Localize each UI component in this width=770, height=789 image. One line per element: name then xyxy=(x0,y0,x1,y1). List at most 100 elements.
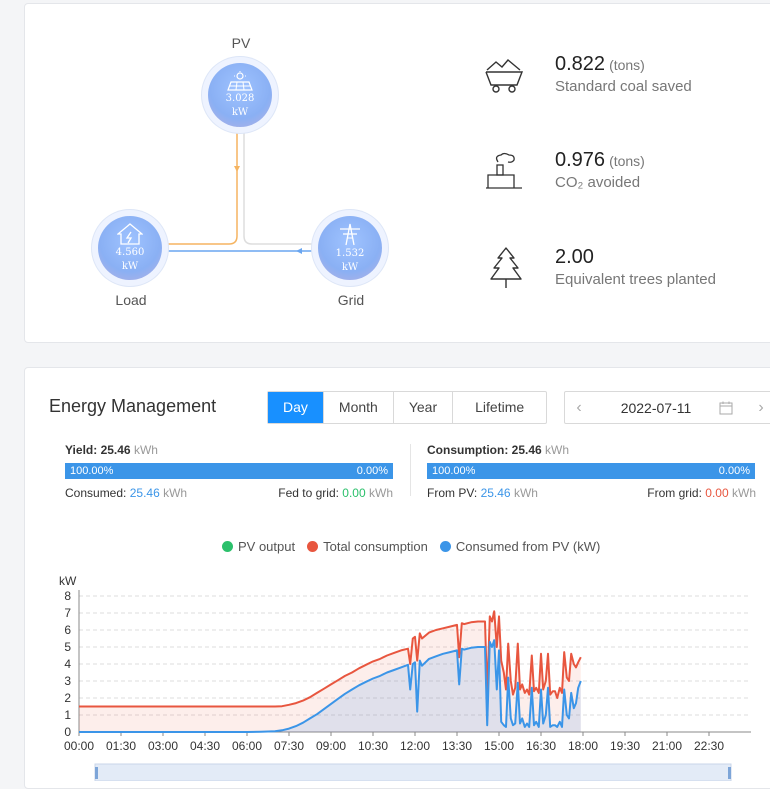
period-tabs: Day Month Year Lifetime xyxy=(267,391,548,424)
from-pv-value: 25.46 xyxy=(480,486,511,500)
stat-coal: 0.822 (tons) Standard coal saved xyxy=(555,53,692,95)
grid-flow-arrow xyxy=(296,248,302,254)
legend-dot-pv xyxy=(222,541,233,552)
legend-consumed-pv-label: Consumed from PV (kW) xyxy=(455,539,601,554)
x-tick-label: 10:30 xyxy=(358,739,388,753)
consumed-unit: kWh xyxy=(163,486,188,500)
chart-legend: PV output Total consumption Consumed fro… xyxy=(222,539,600,554)
pv-to-load-line xyxy=(165,126,238,245)
zoom-handle-right[interactable] xyxy=(728,767,731,779)
from-grid-text: From grid: 0.00 kWh xyxy=(647,486,756,500)
pv-node[interactable]: 3.028 kW xyxy=(208,63,272,127)
x-tick-label: 15:00 xyxy=(484,739,514,753)
summary-divider xyxy=(410,444,411,496)
stat-trees-desc: Equivalent trees planted xyxy=(555,271,716,288)
yield-bar-right: 0.00% xyxy=(356,465,388,477)
consumption-unit: kWh xyxy=(545,443,570,457)
fed-value: 0.00 xyxy=(342,486,366,500)
x-tick-label: 16:30 xyxy=(526,739,556,753)
x-tick-label: 18:00 xyxy=(568,739,598,753)
y-tick-label: 0 xyxy=(64,725,71,739)
y-axis-unit: kW xyxy=(59,574,77,588)
legend-consumed-pv[interactable]: Consumed from PV (kW) xyxy=(439,539,601,554)
pv-to-grid-line xyxy=(243,126,318,245)
stat-trees: 2.00 Equivalent trees planted xyxy=(555,246,716,288)
stat-co2-value: 0.976 xyxy=(555,149,606,171)
y-tick-label: 2 xyxy=(64,691,71,705)
tab-day[interactable]: Day xyxy=(268,392,324,423)
legend-dot-consumption xyxy=(307,541,319,552)
consumption-bar-right: 0.00% xyxy=(718,465,750,477)
consumption-bar-left: 100.00% xyxy=(432,465,476,477)
from-grid-value: 0.00 xyxy=(705,486,729,500)
x-tick-label: 13:30 xyxy=(442,739,472,753)
consumed-value: 25.46 xyxy=(129,486,160,500)
grid-value: 1.532 xyxy=(335,247,365,259)
chart-series xyxy=(79,610,582,733)
from-pv-label: From PV: xyxy=(427,486,478,500)
x-tick-label: 06:00 xyxy=(232,739,262,753)
grid-node[interactable]: 1.532 kW xyxy=(318,216,382,280)
y-tick-label: 4 xyxy=(64,657,71,671)
stat-co2-desc: CO₂ avoided xyxy=(555,174,641,191)
x-tick-label: 22:30 xyxy=(694,739,724,753)
stat-coal-value: 0.822 xyxy=(555,53,606,75)
energy-title: Energy Management xyxy=(49,396,217,416)
consumption-bar: 100.00% 0.00% xyxy=(427,463,755,479)
y-tick-label: 7 xyxy=(64,606,71,620)
legend-dot-consumed-pv xyxy=(439,541,451,552)
grid-unit: kW xyxy=(341,261,359,273)
solar-panel-icon xyxy=(227,70,253,91)
consumption-summary: Consumption: 25.46 kWh xyxy=(427,443,569,457)
stat-trees-value: 2.00 xyxy=(555,246,594,268)
x-axis-ticks: 00:00 01:30 03:00 04:30 06:00 07:30 09:00 10:30… xyxy=(64,732,724,753)
tab-year[interactable]: Year xyxy=(394,392,454,423)
yield-bar: 100.00% 0.00% xyxy=(65,463,393,479)
y-tick-label: 5 xyxy=(64,640,71,654)
prev-date-icon[interactable]: ‹ xyxy=(565,399,593,417)
legend-pv-output[interactable]: PV output xyxy=(222,539,295,554)
x-tick-label: 03:00 xyxy=(148,739,178,753)
y-tick-label: 3 xyxy=(64,674,71,688)
tab-lifetime[interactable]: Lifetime xyxy=(453,392,546,423)
consumed-label: Consumed: xyxy=(65,486,127,500)
zoom-slider[interactable] xyxy=(94,763,732,781)
x-tick-label: 19:30 xyxy=(610,739,640,753)
x-tick-label: 01:30 xyxy=(106,739,136,753)
y-tick-label: 8 xyxy=(64,589,71,603)
consumption-value: 25.46 xyxy=(511,443,542,457)
y-tick-label: 1 xyxy=(64,708,71,722)
pv-value: 3.028 xyxy=(225,92,255,104)
from-grid-unit: kWh xyxy=(732,486,756,500)
tree-icon xyxy=(490,247,522,288)
fed-unit: kWh xyxy=(369,486,393,500)
yield-label: Yield: xyxy=(65,443,98,457)
load-unit: kW xyxy=(121,260,139,272)
calendar-icon[interactable] xyxy=(719,401,733,415)
load-value: 4.560 xyxy=(115,246,145,258)
stat-coal-unit: (tons) xyxy=(609,57,645,73)
x-tick-label: 12:00 xyxy=(400,739,430,753)
x-tick-label: 04:30 xyxy=(190,739,220,753)
yield-unit: kWh xyxy=(133,443,158,457)
y-tick-label: 6 xyxy=(64,623,71,637)
power-tower-icon xyxy=(340,223,360,245)
zoom-handle-left[interactable] xyxy=(95,767,98,779)
x-tick-label: 07:30 xyxy=(274,739,304,753)
coal-cart-icon xyxy=(485,59,524,93)
stat-co2: 0.976 (tons) CO₂ avoided xyxy=(555,149,645,191)
legend-total-consumption[interactable]: Total consumption xyxy=(307,539,428,554)
date-picker[interactable]: ‹ 2022-07-11 › xyxy=(564,391,770,424)
stat-coal-desc: Standard coal saved xyxy=(555,78,692,95)
consumption-label: Consumption: xyxy=(427,443,509,457)
load-node[interactable]: 4.560 kW xyxy=(98,216,162,280)
from-grid-label: From grid: xyxy=(647,486,702,500)
grid-label: Grid xyxy=(337,292,365,308)
tab-month[interactable]: Month xyxy=(324,392,394,423)
consumed-text: Consumed: 25.46 kWh xyxy=(65,486,187,500)
x-tick-label: 00:00 xyxy=(64,739,94,753)
x-tick-label: 09:00 xyxy=(316,739,346,753)
next-date-icon[interactable]: › xyxy=(747,399,770,417)
power-chart: kW 0 1 2 3 4 5 6 7 8 00:00 01:30 03:00 04:30 06:00 07… xyxy=(59,574,751,781)
date-value[interactable]: 2022-07-11 xyxy=(593,400,719,416)
